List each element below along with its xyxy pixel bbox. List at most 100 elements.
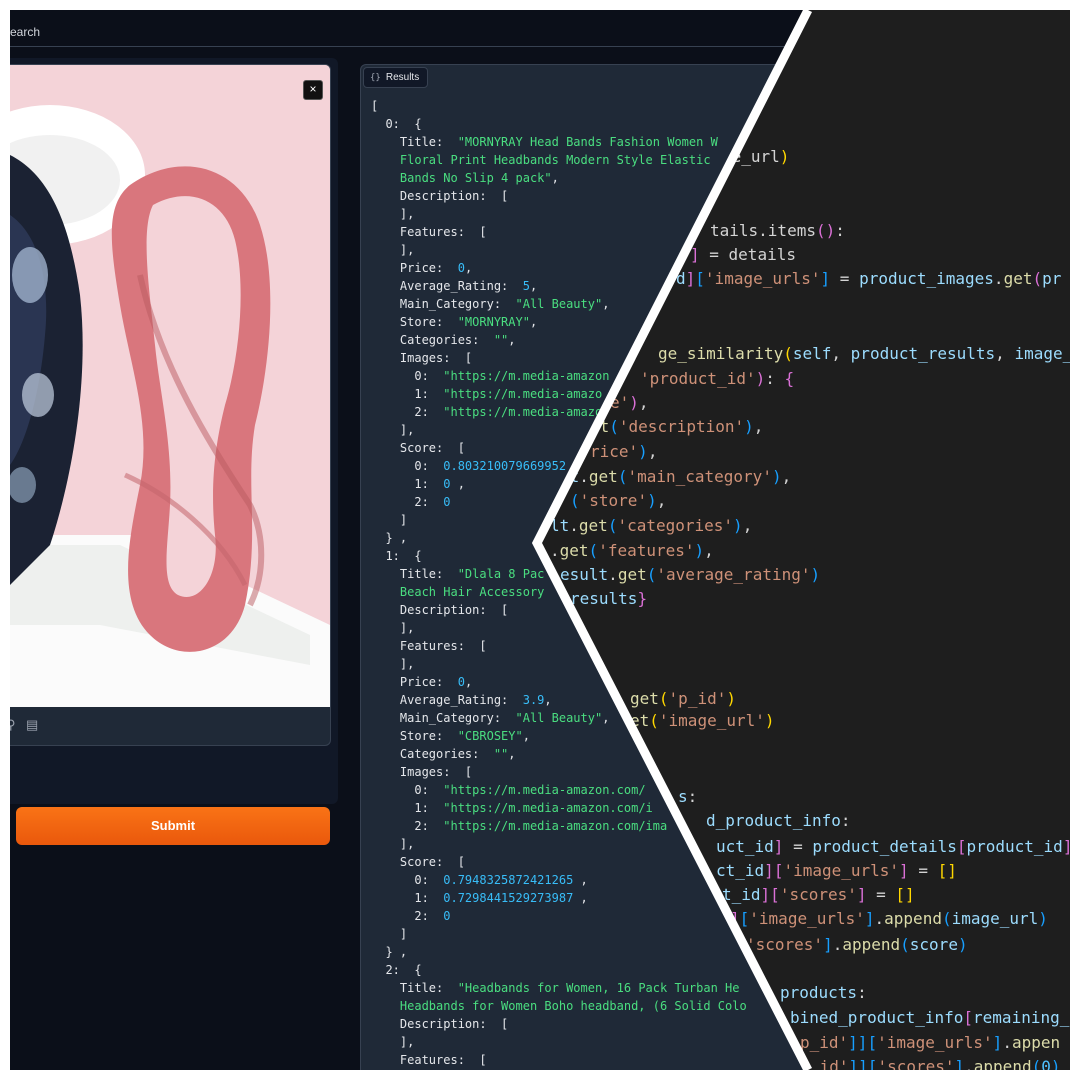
json-token: , <box>522 729 530 743</box>
json-token: "CBROSEY" <box>457 729 523 743</box>
code-token: bined_product_info <box>790 1008 964 1027</box>
json-token: ], <box>371 621 415 635</box>
code-token: 'p_id' <box>668 689 727 708</box>
code-token: [ <box>963 1008 974 1027</box>
json-token: ], <box>371 423 415 437</box>
json-token: , <box>529 315 538 329</box>
image-upload[interactable]: × ⚲ ▤ <box>10 64 331 746</box>
code-token: get <box>630 689 659 708</box>
code-token: s <box>678 787 688 806</box>
json-token: ], <box>371 837 415 851</box>
code-token: . <box>550 541 560 560</box>
clipboard-icon[interactable]: ▤ <box>26 717 38 733</box>
json-token: Score: [ <box>371 441 465 455</box>
code-token: ] <box>992 1033 1003 1052</box>
code-token: get <box>588 467 618 486</box>
code-token: , <box>781 467 792 486</box>
code-line: lt.get('main_category'), <box>560 466 791 488</box>
submit-button[interactable]: Submit <box>16 807 330 845</box>
json-token: , <box>602 711 610 725</box>
json-token: "https://m.media-amazo <box>443 405 603 419</box>
json-token: } , <box>371 531 408 545</box>
json-line: 0: { <box>371 115 747 133</box>
code-token: uct_id <box>716 837 774 856</box>
json-token: 1: <box>371 801 444 815</box>
json-token: 0 <box>443 495 451 509</box>
json-token: 0: <box>371 783 444 797</box>
code-token: product_images <box>859 269 994 288</box>
code-token: = <box>783 837 813 856</box>
json-token: Title: <box>371 135 458 149</box>
json-line: Score: [ <box>371 853 747 871</box>
json-token: Price: <box>371 261 458 275</box>
code-token: get <box>559 541 589 560</box>
code-token: ] <box>899 861 909 880</box>
code-token: : <box>687 787 698 806</box>
code-token: ) <box>810 565 821 584</box>
json-token: Categories: <box>371 333 494 347</box>
code-token: ) <box>726 689 736 708</box>
results-label: {} Results <box>363 67 429 88</box>
code-token: ] <box>1063 837 1070 856</box>
json-line: 1: 0.7298441529273987 , <box>371 889 747 907</box>
json-line: Features: [ <box>371 223 747 241</box>
close-icon[interactable]: × <box>303 80 323 100</box>
json-token: ], <box>371 207 415 221</box>
json-token: 1: { <box>371 549 422 563</box>
code-token: ( <box>646 565 657 584</box>
code-token: : <box>840 811 851 830</box>
json-token: "MORNYRAY Head Bands Fashion Women W <box>457 135 718 149</box>
code-token: 'image_url' <box>658 711 765 730</box>
code-token: tails.items <box>710 221 816 240</box>
code-line: bined_product_info[remaining_ <box>790 1007 1069 1029</box>
json-token: Bands No Slip 4 pack" <box>371 171 552 185</box>
code-token: , <box>995 344 1015 363</box>
json-line: Title: "MORNYRAY Head Bands Fashion Wome… <box>371 133 747 151</box>
code-token: [ <box>867 1057 878 1070</box>
tab-search[interactable]: earch <box>10 25 40 39</box>
code-token: appen <box>1011 1033 1061 1052</box>
code-token: [ <box>773 861 784 880</box>
code-token: ) <box>629 393 639 412</box>
image-toolbar: ⚲ ▤ <box>10 715 330 739</box>
json-token: Store: <box>371 729 458 743</box>
code-token: ( <box>607 516 618 535</box>
json-token: , <box>573 873 588 887</box>
json-token: , <box>450 477 465 491</box>
code-token: 'scores' <box>779 885 857 904</box>
code-token: , <box>647 442 658 461</box>
code-token: ] <box>954 1057 965 1070</box>
code-token: ]] <box>848 1057 868 1070</box>
code-token: . <box>874 909 885 928</box>
code-line: ('store'), <box>570 490 666 512</box>
json-token: , <box>508 747 516 761</box>
code-line: _id']]['scores'].append(0) <box>810 1056 1061 1070</box>
code-token: ( <box>570 491 580 510</box>
code-token: ( <box>900 935 910 954</box>
code-token: 'features' <box>598 541 695 560</box>
json-token: 0.7948325872421265 <box>443 873 574 887</box>
code-token: = <box>908 861 938 880</box>
code-token: ( <box>609 417 619 436</box>
json-token: 1: <box>371 891 444 905</box>
code-line: rice'), <box>590 441 657 463</box>
json-token: ], <box>371 243 415 257</box>
code-token: ] <box>760 885 771 904</box>
code-line: products: <box>780 982 867 1004</box>
code-token: ) <box>744 417 754 436</box>
json-token: "https://m.media-amazon.com/ <box>443 783 646 797</box>
json-token: 0.7298441529273987 <box>443 891 574 905</box>
json-line: Bands No Slip 4 pack", <box>371 169 747 187</box>
code-token: 'product_id' <box>640 369 756 388</box>
code-token: ( <box>649 711 659 730</box>
code-token: ( <box>783 344 793 363</box>
code-line: tails.items(): <box>710 220 845 242</box>
code-token: ) <box>764 711 775 730</box>
json-token: "https://m.media-amazon <box>443 369 610 383</box>
search-icon[interactable]: ⚲ <box>10 717 16 733</box>
code-token: get <box>1003 269 1033 288</box>
json-token: Floral Print Headbands Modern Style Elas… <box>371 153 711 167</box>
code-token: . <box>993 269 1004 288</box>
code-token: , <box>704 541 714 560</box>
code-token: append <box>842 935 901 954</box>
